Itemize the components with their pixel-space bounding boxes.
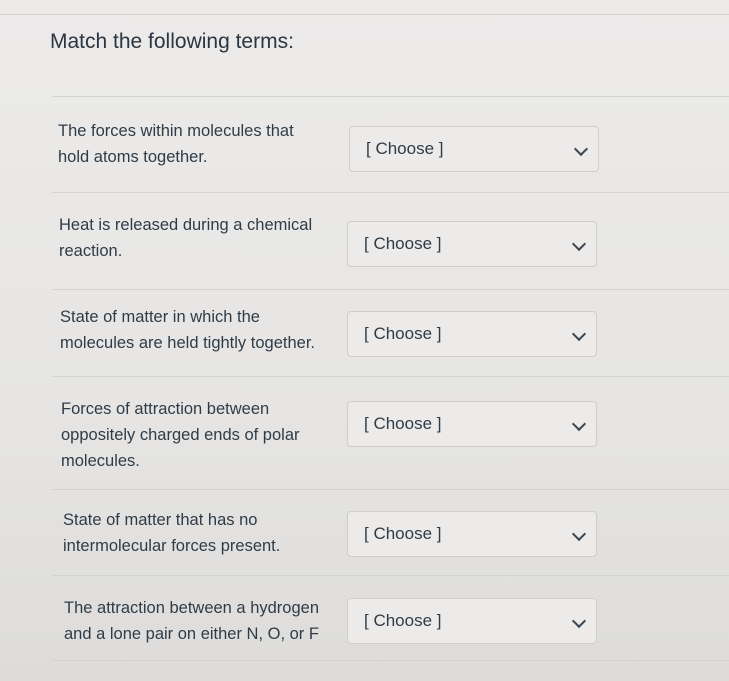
select-label: [ Choose ] — [366, 139, 444, 158]
row-divider — [52, 489, 729, 490]
quiz-page: Match the following terms: The forces wi… — [0, 0, 729, 681]
select-label: [ Choose ] — [364, 524, 442, 543]
select-label: [ Choose ] — [364, 414, 442, 433]
answer-select-6[interactable]: [ Choose ] — [347, 598, 597, 644]
select-label: [ Choose ] — [364, 324, 442, 343]
select-label: [ Choose ] — [364, 611, 442, 630]
chevron-down-icon — [571, 613, 587, 629]
row-divider — [52, 192, 729, 193]
term-2: Heat is released during a chemical react… — [59, 216, 313, 260]
answer-select-3[interactable]: [ Choose ] — [347, 311, 597, 357]
term-5: State of matter that has no intermolecul… — [63, 511, 281, 555]
select-label: [ Choose ] — [364, 234, 442, 253]
row-divider — [52, 289, 729, 290]
answer-select-4[interactable]: [ Choose ] — [347, 401, 597, 447]
chevron-down-icon — [571, 236, 587, 252]
term-1: The forces within molecules that hold at… — [58, 122, 294, 166]
chevron-down-icon — [573, 141, 589, 157]
answer-select-5[interactable]: [ Choose ] — [347, 511, 597, 557]
row-divider — [52, 660, 729, 661]
answer-select-1[interactable]: [ Choose ] — [349, 126, 599, 172]
chevron-down-icon — [571, 526, 587, 542]
term-4: Forces of attraction between oppositely … — [61, 400, 300, 470]
top-divider — [0, 14, 729, 15]
term-3: State of matter in which the molecules a… — [60, 308, 315, 352]
chevron-down-icon — [571, 416, 587, 432]
question-title: Match the following terms: — [50, 30, 294, 53]
chevron-down-icon — [571, 326, 587, 342]
row-divider — [52, 575, 729, 576]
row-divider — [52, 96, 729, 97]
term-6: The attraction between a hydrogen and a … — [64, 599, 320, 643]
answer-select-2[interactable]: [ Choose ] — [347, 221, 597, 267]
row-divider — [52, 376, 729, 377]
